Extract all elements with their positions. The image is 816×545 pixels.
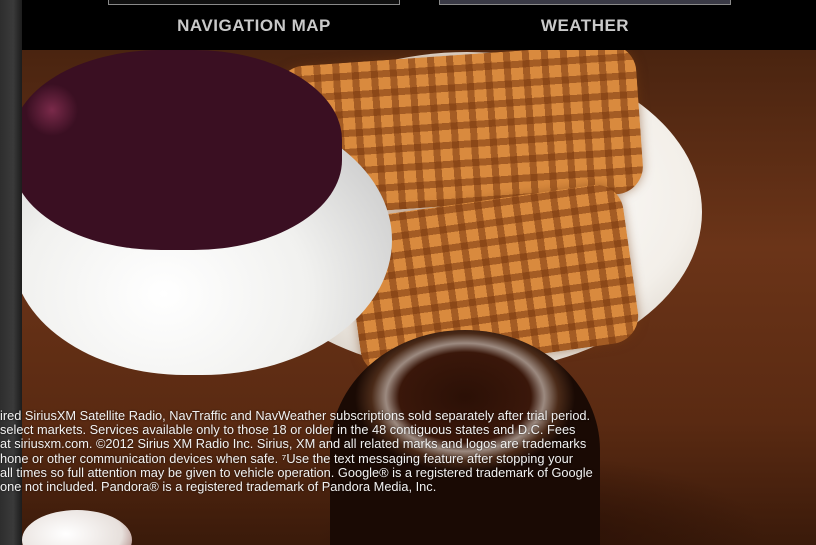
disclaimer-line: one not included. Pandora® is a register… <box>0 480 437 495</box>
legal-disclaimer: ired SiriusXM Satellite Radio, NavTraffi… <box>0 409 780 494</box>
disclaimer-line: select markets. Services available only … <box>0 423 576 438</box>
disclaimer-line: at siriusxm.com. ©2012 Sirius XM Radio I… <box>0 437 587 452</box>
disclaimer-line: ired SiriusXM Satellite Radio, NavTraffi… <box>0 409 591 423</box>
napkin <box>22 510 132 545</box>
weather-label[interactable]: WEATHER <box>439 16 731 36</box>
weather-thumbnail[interactable] <box>439 0 731 5</box>
grapes <box>22 50 342 250</box>
navigation-map-label[interactable]: NAVIGATION MAP <box>108 16 400 36</box>
disclaimer-line: all times so full attention may be given… <box>0 465 593 480</box>
navigation-map-thumbnail[interactable] <box>108 0 400 5</box>
disclaimer-line: hone or other communication devices when… <box>0 451 573 466</box>
